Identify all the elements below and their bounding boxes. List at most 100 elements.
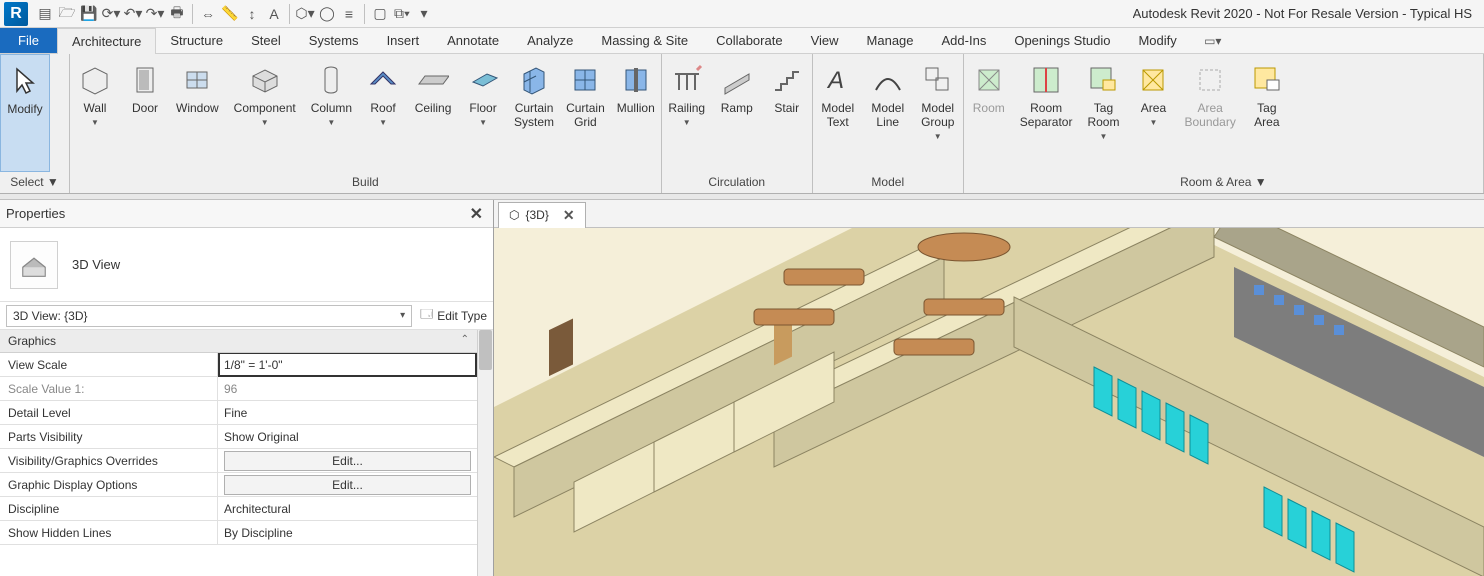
qat-sync-icon[interactable]: ⟳▾ bbox=[100, 3, 122, 25]
qat-home-icon[interactable]: ▤ bbox=[34, 3, 56, 25]
tab-massing-site[interactable]: Massing & Site bbox=[587, 28, 702, 53]
property-value[interactable]: Edit... bbox=[218, 449, 477, 472]
chevron-down-icon: ▼ bbox=[479, 118, 487, 127]
wall-button[interactable]: Wall▼ bbox=[70, 54, 120, 172]
ramp-icon bbox=[721, 64, 753, 96]
panel-label-room-area[interactable]: Room & Area ▼ bbox=[964, 172, 1483, 193]
property-row: Parts VisibilityShow Original bbox=[0, 425, 477, 449]
curtain-system-button[interactable]: Curtain System bbox=[508, 54, 560, 172]
property-value[interactable]: Architectural bbox=[218, 497, 477, 520]
type-selector[interactable]: 3D View bbox=[0, 228, 493, 302]
qat-close-hidden-icon[interactable]: ▢ bbox=[369, 3, 391, 25]
chevron-down-icon: ▼ bbox=[327, 118, 335, 127]
tab-architecture[interactable]: Architecture bbox=[57, 28, 156, 54]
separator bbox=[289, 4, 290, 24]
property-value[interactable]: Show Original bbox=[218, 425, 477, 448]
mullion-button[interactable]: Mullion bbox=[611, 54, 661, 172]
tab-manage[interactable]: Manage bbox=[853, 28, 928, 53]
tab-view[interactable]: View bbox=[797, 28, 853, 53]
area-boundary-button[interactable]: Area Boundary bbox=[1178, 54, 1241, 172]
tab-insert[interactable]: Insert bbox=[373, 28, 434, 53]
railing-icon bbox=[671, 64, 703, 96]
modify-button[interactable]: Modify bbox=[0, 54, 50, 172]
column-button[interactable]: Column▼ bbox=[305, 54, 358, 172]
room-button[interactable]: Room bbox=[964, 54, 1014, 172]
cursor-icon bbox=[9, 65, 41, 97]
qat-print-icon[interactable]: 🖶 bbox=[166, 3, 188, 25]
tab-structure[interactable]: Structure bbox=[156, 28, 237, 53]
tab-systems[interactable]: Systems bbox=[295, 28, 373, 53]
ribbon-expand-icon[interactable]: ▭▾ bbox=[1199, 28, 1227, 53]
qat-measure-icon[interactable]: ⇔ bbox=[197, 3, 219, 25]
stair-button[interactable]: Stair bbox=[762, 54, 812, 172]
properties-panel: Properties ✕ 3D View 3D View: {3D} ▾ 🗔 E… bbox=[0, 200, 494, 576]
scrollbar-thumb[interactable] bbox=[479, 330, 492, 370]
qat-thinlines-icon[interactable]: ≡ bbox=[338, 3, 360, 25]
tab-steel[interactable]: Steel bbox=[237, 28, 295, 53]
tab-annotate[interactable]: Annotate bbox=[433, 28, 513, 53]
panel-label-circulation: Circulation bbox=[662, 172, 812, 193]
property-name: Discipline bbox=[0, 497, 218, 520]
drawing-canvas[interactable] bbox=[494, 228, 1484, 576]
tag-room-button[interactable]: Tag Room▼ bbox=[1078, 54, 1128, 172]
qat-open-icon[interactable]: 🗁 bbox=[56, 3, 78, 25]
qat-3d-icon[interactable]: ⬡▾ bbox=[294, 3, 316, 25]
edit-type-label: Edit Type bbox=[437, 309, 487, 323]
qat-align-icon[interactable]: 📏 bbox=[219, 3, 241, 25]
door-button[interactable]: Door bbox=[120, 54, 170, 172]
qat-text-icon[interactable]: A bbox=[263, 3, 285, 25]
view-tabs: ⬡ {3D} ✕ bbox=[494, 200, 1484, 228]
property-value[interactable]: Edit... bbox=[218, 473, 477, 496]
property-name: Visibility/Graphics Overrides bbox=[0, 449, 218, 472]
scrollbar[interactable] bbox=[477, 330, 493, 576]
railing-button[interactable]: Railing▼ bbox=[662, 54, 712, 172]
edit-button[interactable]: Edit... bbox=[224, 475, 471, 495]
model-group-button[interactable]: Model Group▼ bbox=[913, 54, 963, 172]
qat-redo-icon[interactable]: ↷▾ bbox=[144, 3, 166, 25]
tab-add-ins[interactable]: Add-Ins bbox=[928, 28, 1001, 53]
menu-bar: File Architecture Structure Steel System… bbox=[0, 28, 1484, 54]
tab-openings-studio[interactable]: Openings Studio bbox=[1000, 28, 1124, 53]
model-line-button[interactable]: Model Line bbox=[863, 54, 913, 172]
room-separator-button[interactable]: Room Separator bbox=[1014, 54, 1079, 172]
property-value[interactable]: 1/8" = 1'-0" bbox=[218, 353, 477, 377]
property-row: Visibility/Graphics Overrides Edit... bbox=[0, 449, 477, 473]
qat-undo-icon[interactable]: ↶▾ bbox=[122, 3, 144, 25]
stair-icon bbox=[771, 64, 803, 96]
area-button[interactable]: Area▼ bbox=[1128, 54, 1178, 172]
chevron-down-icon: ▼ bbox=[379, 118, 387, 127]
edit-type-button[interactable]: 🗔 Edit Type bbox=[420, 305, 487, 326]
tab-collaborate[interactable]: Collaborate bbox=[702, 28, 797, 53]
edit-button[interactable]: Edit... bbox=[224, 451, 471, 471]
curtain-grid-button[interactable]: Curtain Grid bbox=[560, 54, 611, 172]
model-text-button[interactable]: AModel Text bbox=[813, 54, 863, 172]
component-button[interactable]: Component▼ bbox=[225, 54, 305, 172]
property-value[interactable]: By Discipline bbox=[218, 521, 477, 544]
qat-save-icon[interactable]: 💾 bbox=[78, 3, 100, 25]
qat-section-icon[interactable]: ◯ bbox=[316, 3, 338, 25]
tab-modify[interactable]: Modify bbox=[1124, 28, 1190, 53]
tag-area-button[interactable]: Tag Area bbox=[1242, 54, 1292, 172]
qat-dim-icon[interactable]: ↕ bbox=[241, 3, 263, 25]
property-value[interactable]: Fine bbox=[218, 401, 477, 424]
instance-combo[interactable]: 3D View: {3D} ▾ bbox=[6, 305, 412, 327]
qat-switch-windows-icon[interactable]: ⧉▾ bbox=[391, 3, 413, 25]
chevron-down-icon: ▼ bbox=[1100, 132, 1108, 141]
close-icon[interactable]: ✕ bbox=[466, 204, 487, 224]
panel-label-select[interactable]: Select ▼ bbox=[0, 172, 69, 193]
model-group-icon bbox=[922, 64, 954, 96]
close-icon[interactable]: ✕ bbox=[563, 207, 575, 224]
ceiling-button[interactable]: Ceiling bbox=[408, 54, 458, 172]
qat-customize-icon[interactable]: ▾ bbox=[413, 3, 435, 25]
window-button[interactable]: Window bbox=[170, 54, 225, 172]
floor-button[interactable]: Floor▼ bbox=[458, 54, 508, 172]
roof-button[interactable]: Roof▼ bbox=[358, 54, 408, 172]
category-header[interactable]: Graphics ⌃ bbox=[0, 330, 477, 353]
property-name: Show Hidden Lines bbox=[0, 521, 218, 544]
file-tab[interactable]: File bbox=[0, 28, 57, 53]
ramp-button[interactable]: Ramp bbox=[712, 54, 762, 172]
ribbon-group-model: AModel Text Model Line Model Group▼ Mode… bbox=[813, 54, 964, 193]
area-boundary-icon bbox=[1194, 64, 1226, 96]
tab-analyze[interactable]: Analyze bbox=[513, 28, 587, 53]
view-tab-3d[interactable]: ⬡ {3D} ✕ bbox=[498, 202, 586, 228]
